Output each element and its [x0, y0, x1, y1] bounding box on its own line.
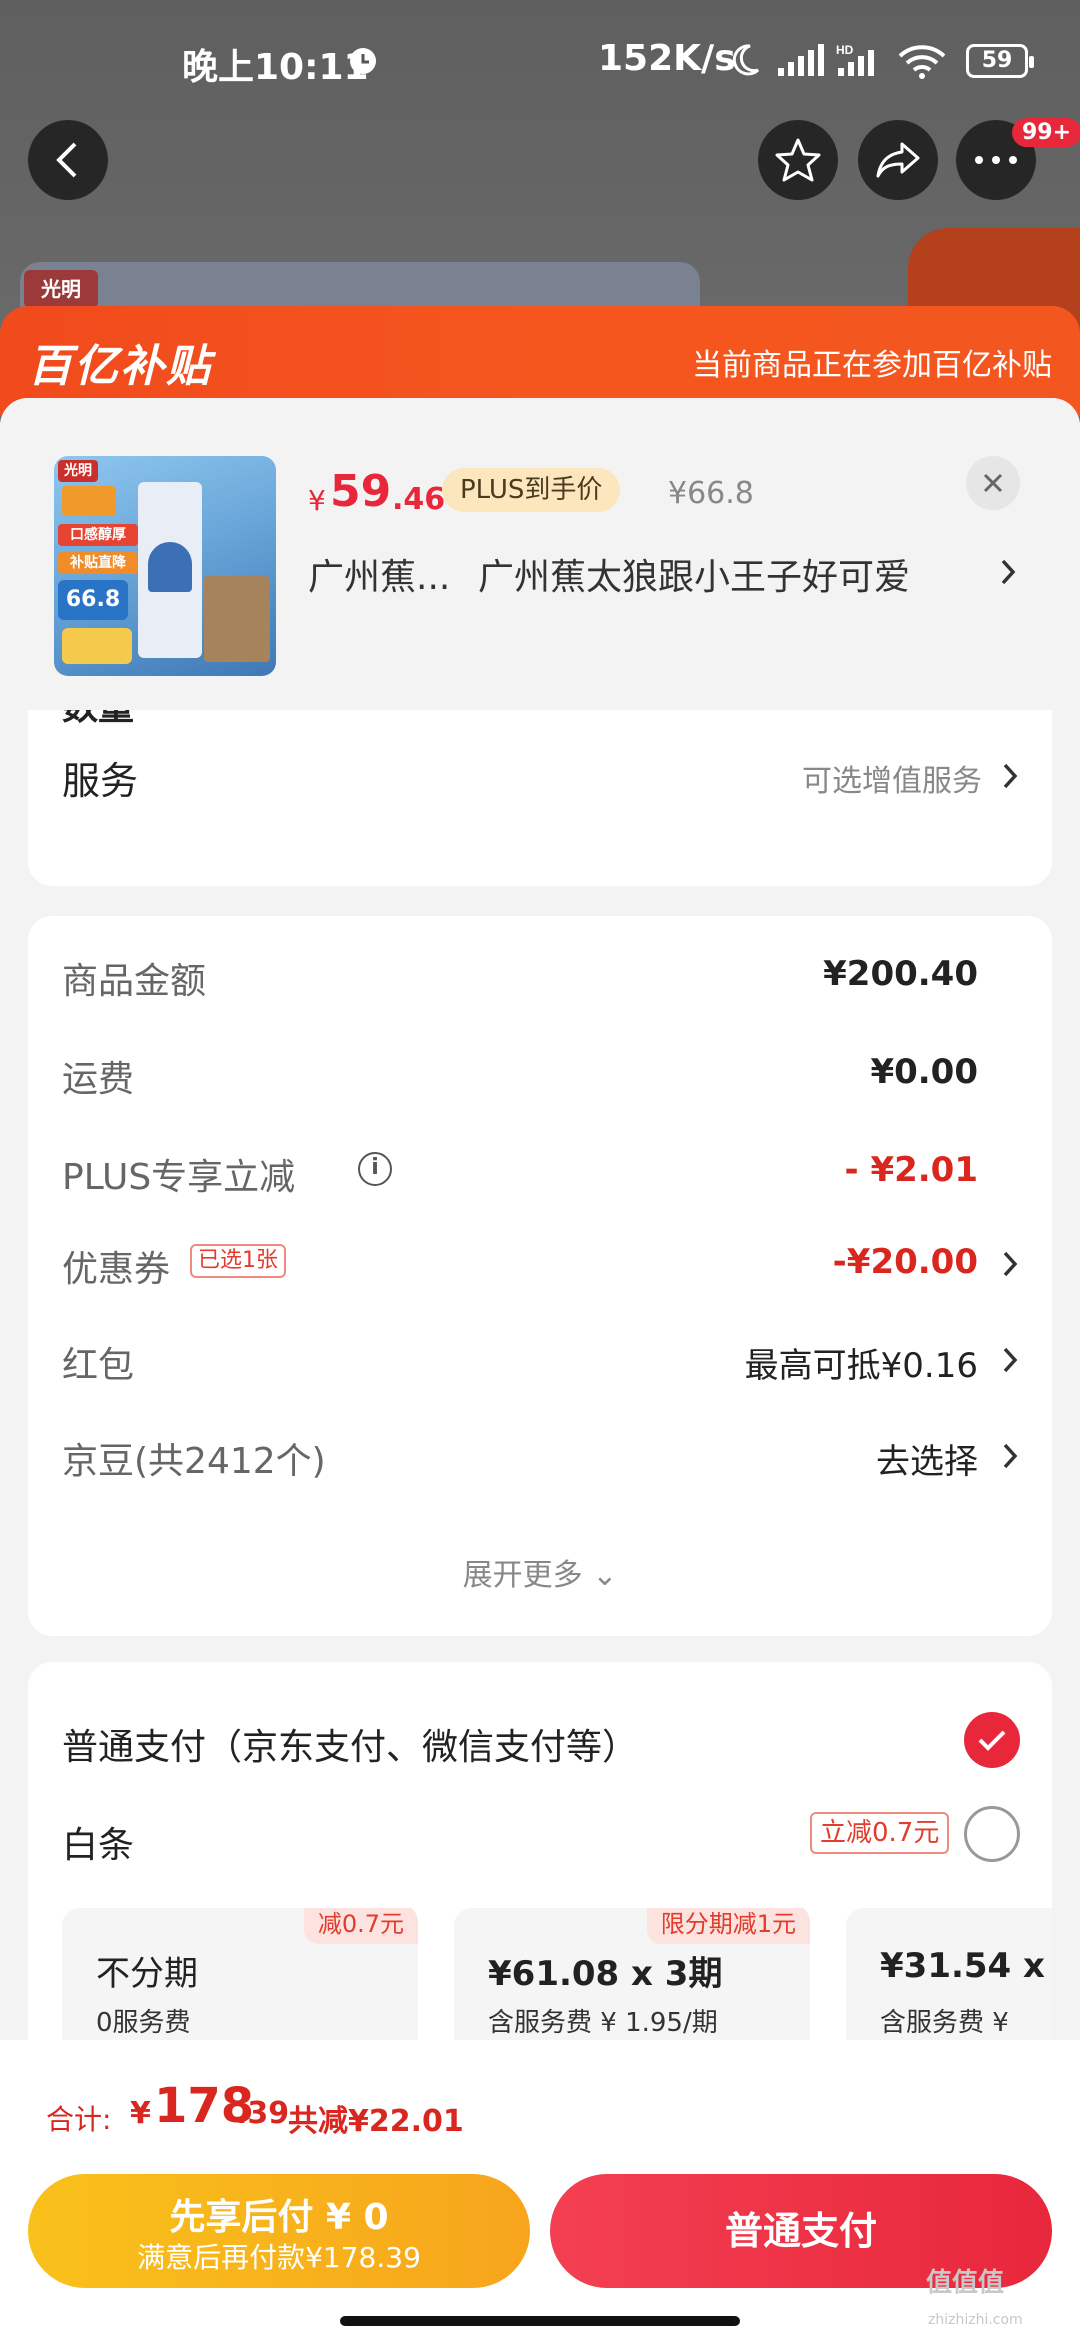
expand-more-button[interactable]: 展开更多 ⌄: [28, 1550, 1052, 1594]
spec-short[interactable]: 广州蕉...: [308, 548, 450, 600]
more-dots-icon: [975, 156, 1017, 164]
total-decimal: .39: [236, 2096, 290, 2131]
subsidy-note: 当前商品正在参加百亿补贴: [692, 348, 1052, 383]
plan-title: 不分期: [96, 1954, 198, 1994]
product-image-mountain: [148, 542, 192, 592]
battery-indicator: 59: [966, 44, 1034, 78]
plan-tag: 限分期减1元: [646, 1908, 810, 1944]
check-icon: [978, 1730, 1006, 1751]
original-price: ¥66.8: [668, 476, 754, 511]
product-image-promo1: 口感醇厚: [58, 524, 138, 546]
background-brand-tag: 光明: [24, 270, 98, 308]
product-image-brand: 光明: [58, 460, 98, 482]
background-page: 晚上10:11 152K/s HD 59 99+ 光明: [0, 0, 1080, 342]
service-value[interactable]: 可选增值服务: [802, 756, 982, 800]
price-currency: ¥: [308, 484, 326, 517]
product-image: 光明 口感醇厚 补贴直降 66.8: [54, 456, 276, 676]
service-label: 服务: [62, 759, 139, 803]
goods-amount-row: 商品金额 ¥200.40: [62, 952, 1018, 1012]
share-arrow-icon: [876, 142, 920, 178]
total-saved: 共减¥22.01: [288, 2104, 464, 2139]
pay-later-title: 先享后付 ¥ 0: [169, 2197, 389, 2238]
chevron-right-icon[interactable]: [1002, 1442, 1018, 1474]
chevron-left-icon: [56, 142, 77, 178]
watermark-url: zhizhizhi.com: [928, 2312, 1023, 2328]
plan-title: ¥31.54 x: [880, 1946, 1045, 1986]
favorite-button[interactable]: [758, 120, 838, 200]
plan-fee: 含服务费 ¥: [880, 2008, 1009, 2038]
checkout-bar: 合计: ¥ 178 .39 共减¥22.01 先享后付 ¥ 0 满意后再付款¥1…: [0, 2040, 1080, 2340]
amount-card: 商品金额 ¥200.40 运费 ¥0.00 PLUS专享立减 i - ¥2.01…: [28, 916, 1052, 1636]
chevron-right-icon[interactable]: [1002, 762, 1018, 794]
chevron-right-icon[interactable]: [1002, 1346, 1018, 1378]
info-icon[interactable]: i: [358, 1152, 392, 1186]
plan-fee: 含服务费 ¥ 1.95/期: [488, 2008, 718, 2038]
product-image-promo2: 补贴直降: [58, 552, 138, 574]
spec-full[interactable]: 广州蕉太狼跟小王子好可爱: [478, 548, 910, 600]
spec-selector[interactable]: 广州蕉... 广州蕉太狼跟小王子好可爱: [308, 548, 1028, 598]
subsidy-logo: 百亿补贴: [28, 341, 212, 392]
notification-badge: 99+: [1012, 118, 1080, 147]
plan-fee: 0服务费: [96, 2008, 191, 2038]
jingdou-value: 去选择: [876, 1442, 978, 1482]
product-image-sale-badge: [62, 486, 116, 516]
svg-text:HD: HD: [836, 43, 854, 57]
plus-discount-row: PLUS专享立减 i - ¥2.01: [62, 1148, 1018, 1208]
total-label: 合计:: [46, 2103, 112, 2136]
baitiao-label[interactable]: 白条: [62, 1816, 134, 1868]
normal-payment-radio-checked[interactable]: [964, 1712, 1020, 1768]
status-network-speed: 152K/s: [598, 38, 736, 79]
moon-icon: [728, 42, 760, 82]
baitiao-discount-tag: 立减0.7元: [810, 1812, 950, 1854]
red-packet-label: 红包: [62, 1345, 135, 1386]
product-image-carton: [204, 576, 270, 662]
payment-card: 普通支付（京东支付、微信支付等） 白条 立减0.7元 减0.7元 不分期 0服务…: [28, 1662, 1052, 2102]
jingdou-row[interactable]: 京豆(共2412个) 去选择: [62, 1432, 1018, 1492]
total-currency: ¥: [130, 2096, 151, 2131]
goods-amount-label: 商品金额: [62, 961, 207, 1002]
product-summary: 光明 口感醇厚 补贴直降 66.8 ¥ 59 .46 PLUS到手价 ¥66.8…: [0, 398, 1080, 710]
close-button[interactable]: [966, 456, 1020, 510]
goods-amount-value: ¥200.40: [823, 954, 978, 994]
product-image-price: 66.8: [58, 580, 128, 620]
shipping-value: ¥0.00: [870, 1052, 978, 1092]
chevron-right-icon[interactable]: [1000, 554, 1016, 595]
plan-title: ¥61.08 x 3期: [488, 1954, 723, 1994]
coupon-selected-tag: 已选1张: [190, 1244, 286, 1278]
shipping-row: 运费 ¥0.00: [62, 1050, 1018, 1110]
price-decimal: .46: [392, 482, 446, 517]
plus-discount-label: PLUS专享立减: [62, 1157, 296, 1198]
red-packet-value: 最高可抵¥0.16: [744, 1346, 978, 1386]
normal-payment-label[interactable]: 普通支付（京东支付、微信支付等）: [62, 1718, 638, 1770]
signal-icon: [778, 42, 826, 82]
plan-tag: 减0.7元: [303, 1908, 418, 1944]
share-button[interactable]: [858, 120, 938, 200]
wifi-icon: [896, 42, 948, 84]
status-time: 晚上10:11: [182, 47, 369, 88]
signal-hd-icon: HD: [836, 42, 886, 82]
pay-later-button[interactable]: 先享后付 ¥ 0 满意后再付款¥178.39: [28, 2174, 530, 2288]
jingdou-label: 京豆(共2412个): [62, 1441, 326, 1482]
star-icon: [775, 138, 821, 182]
baitiao-radio[interactable]: [964, 1806, 1020, 1862]
watermark-logo: 值值值: [926, 2268, 1005, 2298]
pay-later-subtitle: 满意后再付款¥178.39: [137, 2241, 421, 2274]
home-indicator[interactable]: [340, 2316, 740, 2326]
plus-price-tag: PLUS到手价: [442, 468, 621, 512]
shipping-label: 运费: [62, 1059, 135, 1100]
chevron-right-icon[interactable]: [1002, 1250, 1018, 1282]
plus-discount-value: - ¥2.01: [844, 1150, 979, 1190]
alarm-icon: [348, 46, 378, 80]
coupon-label: 优惠券: [62, 1249, 171, 1290]
product-image-gift-badge: [62, 628, 132, 664]
coupon-row[interactable]: 优惠券 已选1张 -¥20.00: [62, 1240, 1018, 1300]
close-icon: [983, 473, 1003, 493]
coupon-value: -¥20.00: [832, 1242, 978, 1282]
red-packet-row[interactable]: 红包 最高可抵¥0.16: [62, 1336, 1018, 1396]
back-button[interactable]: [28, 120, 108, 200]
price-integer: 59: [330, 466, 392, 517]
